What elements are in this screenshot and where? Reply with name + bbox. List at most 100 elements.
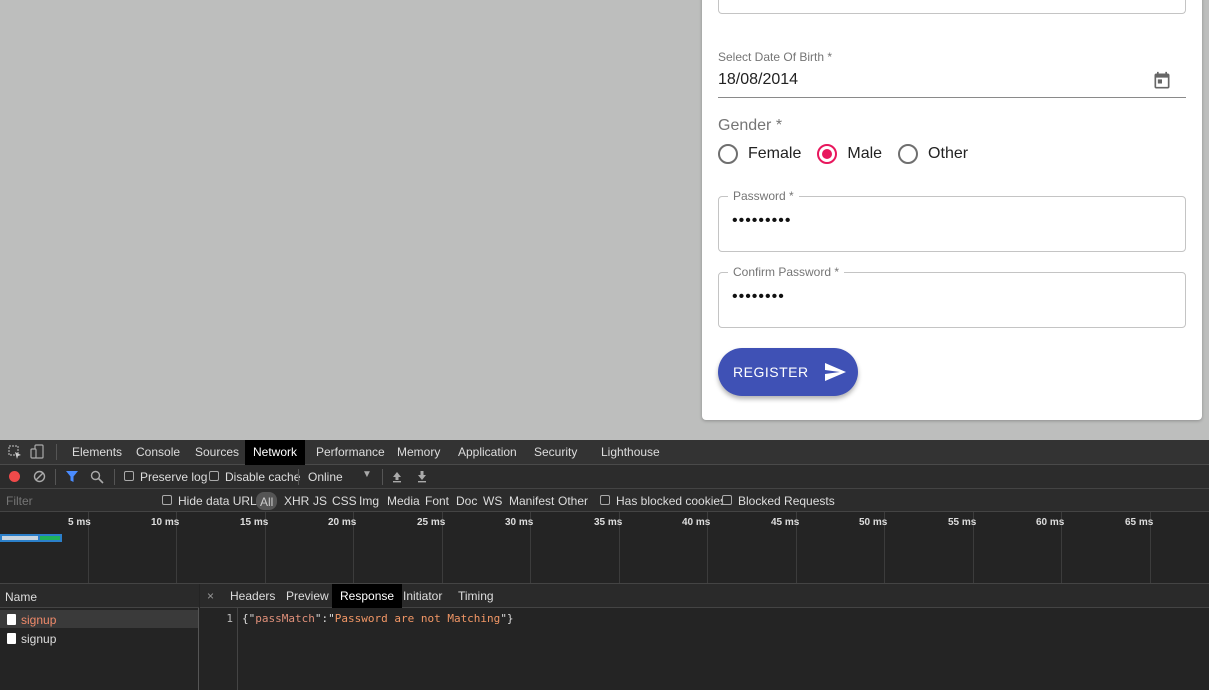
tab-sources[interactable]: Sources	[187, 440, 247, 465]
clear-icon[interactable]	[33, 470, 46, 483]
register-button-label: REGISTER	[733, 364, 809, 380]
filter-input[interactable]	[2, 492, 150, 509]
gender-label: Gender *	[718, 117, 783, 134]
tab-network[interactable]: Network	[245, 440, 306, 465]
tab-console[interactable]: Console	[128, 440, 188, 465]
hide-data-urls-checkbox[interactable]	[162, 495, 172, 505]
filter-type-manifest[interactable]: Manifest	[509, 494, 554, 508]
tab-performance[interactable]: Performance	[308, 440, 393, 465]
blocked-requests-checkbox[interactable]	[722, 495, 732, 505]
timeline-label: 10 ms	[151, 517, 180, 528]
request-name: signup	[21, 632, 57, 646]
tab-initiator[interactable]: Initiator	[395, 584, 450, 608]
toolbar-separator	[298, 469, 299, 485]
request-detail-panel: × Headers Preview Response Initiator Tim…	[200, 584, 1209, 690]
preserve-log-checkbox[interactable]	[124, 471, 134, 481]
timeline-label: 60 ms	[1036, 517, 1065, 528]
file-icon	[7, 633, 16, 644]
radio-label-female: Female	[748, 145, 802, 162]
confirm-password-value[interactable]: ••••••••	[732, 288, 785, 306]
tab-preview[interactable]: Preview	[278, 584, 337, 608]
tab-headers[interactable]: Headers	[222, 584, 283, 608]
filter-type-xhr[interactable]: XHR	[284, 494, 309, 508]
has-blocked-cookies-checkbox[interactable]	[600, 495, 610, 505]
throttling-select[interactable]: Online	[308, 470, 343, 484]
dob-input[interactable]: 18/08/2014	[718, 71, 798, 89]
preserve-log-label: Preserve log	[140, 470, 208, 484]
timeline-label: 35 ms	[594, 517, 623, 528]
page-viewport: Select Date Of Birth * 18/08/2014 Gender…	[0, 0, 1209, 440]
filter-type-ws[interactable]: WS	[483, 494, 502, 508]
import-har-icon[interactable]	[391, 470, 403, 483]
request-list-panel: Name signup signup	[0, 584, 199, 690]
filter-type-css[interactable]: CSS	[332, 494, 357, 508]
close-icon[interactable]: ×	[207, 589, 214, 603]
tab-security[interactable]: Security	[526, 440, 585, 465]
gender-radio-group: Female Male Other	[718, 144, 984, 164]
json-value: Password are not Matching	[334, 612, 501, 625]
filter-type-font[interactable]: Font	[425, 494, 449, 508]
timeline-label: 45 ms	[771, 517, 800, 528]
confirm-password-field[interactable]: Confirm Password * ••••••••	[718, 265, 1186, 328]
filter-bar: Hide data URLs All XHR JS CSS Img Media …	[0, 489, 1209, 512]
timeline-label: 30 ms	[505, 517, 534, 528]
register-button[interactable]: REGISTER	[718, 348, 858, 396]
filter-type-img[interactable]: Img	[359, 494, 379, 508]
timeline-label: 50 ms	[859, 517, 888, 528]
export-har-icon[interactable]	[416, 470, 428, 483]
radio-other[interactable]	[898, 144, 919, 164]
radio-label-other: Other	[928, 145, 969, 162]
timeline-label: 65 ms	[1125, 517, 1154, 528]
timeline-label: 25 ms	[417, 517, 446, 528]
tab-lighthouse[interactable]: Lighthouse	[593, 440, 668, 465]
register-form-card: Select Date Of Birth * 18/08/2014 Gender…	[702, 0, 1202, 420]
tab-timing[interactable]: Timing	[450, 584, 502, 608]
send-icon	[824, 363, 846, 381]
request-row-signup-selected[interactable]: signup	[0, 610, 198, 628]
filter-icon[interactable]	[65, 470, 79, 483]
response-body[interactable]: 1 {"passMatch":"Password are not Matchin…	[200, 608, 1209, 690]
tab-response[interactable]: Response	[332, 584, 403, 608]
tab-memory[interactable]: Memory	[389, 440, 448, 465]
tab-application[interactable]: Application	[450, 440, 525, 465]
filter-type-js[interactable]: JS	[313, 494, 327, 508]
confirm-password-label: Confirm Password *	[728, 265, 845, 279]
hide-data-urls-label: Hide data URLs	[178, 494, 263, 508]
radio-female[interactable]	[718, 144, 738, 164]
toolbar-separator	[382, 469, 383, 485]
request-row-signup[interactable]: signup	[0, 629, 198, 647]
dob-underline	[718, 97, 1186, 98]
tab-separator	[56, 444, 57, 460]
gender-option-other[interactable]: Other	[898, 144, 968, 164]
calendar-icon[interactable]	[1152, 70, 1172, 92]
password-field[interactable]: Password * •••••••••	[718, 189, 1186, 252]
tab-elements[interactable]: Elements	[64, 440, 130, 465]
has-blocked-cookies-label: Has blocked cookies	[616, 494, 727, 508]
filter-type-other[interactable]: Other	[558, 494, 588, 508]
password-label: Password *	[728, 189, 799, 203]
dob-label: Select Date Of Birth *	[718, 50, 833, 64]
disable-cache-label: Disable cache	[225, 470, 301, 484]
search-icon[interactable]	[90, 470, 104, 484]
line-number: 1	[226, 612, 233, 625]
filter-type-media[interactable]: Media	[387, 494, 420, 508]
gender-option-female[interactable]: Female	[718, 144, 801, 164]
network-toolbar: Preserve log Disable cache Online ▼	[0, 465, 1209, 489]
disable-cache-checkbox[interactable]	[209, 471, 219, 481]
filter-type-doc[interactable]: Doc	[456, 494, 477, 508]
network-overview-timeline[interactable]: 5 ms 10 ms 15 ms 20 ms 25 ms 30 ms 35 ms…	[0, 512, 1209, 584]
line-gutter: 1	[200, 608, 238, 690]
devtools-panel: Elements Console Sources Network Perform…	[0, 440, 1209, 690]
filter-type-all[interactable]: All	[256, 492, 278, 510]
radio-male[interactable]	[817, 144, 838, 164]
inspect-element-icon[interactable]	[7, 444, 23, 460]
blocked-requests-label: Blocked Requests	[738, 494, 835, 508]
dropdown-arrow-icon[interactable]: ▼	[362, 469, 372, 480]
name-column-header[interactable]: Name	[0, 584, 199, 608]
record-icon[interactable]	[9, 471, 20, 482]
previous-field-outline[interactable]	[718, 0, 1186, 14]
gender-option-male[interactable]: Male	[817, 144, 882, 164]
password-value[interactable]: •••••••••	[732, 212, 791, 230]
timeline-label: 20 ms	[328, 517, 357, 528]
device-toolbar-icon[interactable]	[30, 444, 46, 460]
